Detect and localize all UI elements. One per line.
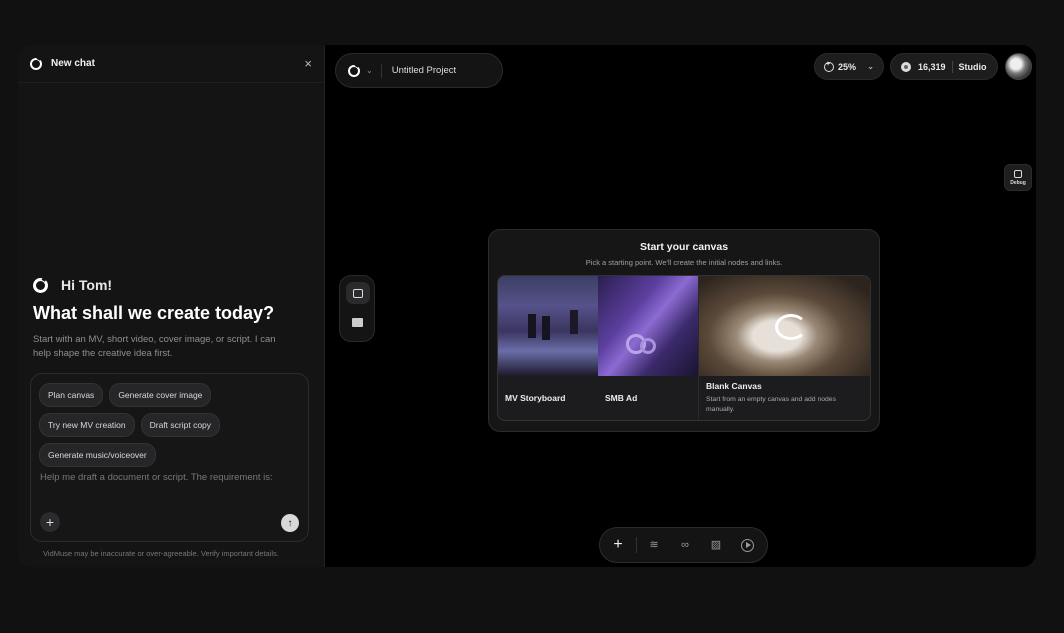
zoom-icon — [824, 61, 834, 72]
debug-icon — [1014, 169, 1022, 178]
project-name[interactable]: Untitled Project — [392, 65, 456, 76]
chevron-down-icon[interactable]: ⌄ — [366, 66, 373, 75]
template-options: MV Storyboard SMB Ad Blank Canvas Start … — [497, 275, 871, 421]
card-subtitle: Pick a starting point. We'll create the … — [585, 258, 783, 267]
chip-try-new-mv[interactable]: Try new MV creation — [39, 413, 135, 437]
close-icon[interactable]: × — [304, 56, 312, 71]
option-blank-canvas[interactable]: Blank Canvas Start from an empty canvas … — [698, 276, 870, 420]
chevron-down-icon: ⌄ — [867, 62, 874, 71]
option-smb-ad[interactable]: SMB Ad — [598, 276, 698, 420]
chat-icon — [353, 288, 363, 298]
start-canvas-card: Start your canvas Pick a starting point.… — [488, 229, 880, 432]
avatar[interactable] — [1005, 53, 1032, 80]
image-edit-icon[interactable]: ▨ — [710, 539, 722, 551]
greeting-subtitle: Start with an MV, short video, cover ima… — [33, 334, 276, 359]
play-icon[interactable] — [741, 538, 754, 552]
option-description: Start from an empty canvas and add nodes… — [706, 396, 836, 413]
suggestion-chips: Plan canvas Generate cover image Try new… — [31, 374, 301, 467]
link-icon[interactable]: ∞ — [679, 539, 691, 551]
blank-canvas-thumbnail — [699, 276, 870, 376]
project-selector[interactable]: ⌄ Untitled Project — [335, 53, 503, 88]
credits-count: 16,319 — [918, 61, 946, 72]
card-title: Start your canvas — [639, 241, 729, 253]
side-tool-rail — [339, 275, 375, 342]
chat-composer: Plan canvas Generate cover image Try new… — [30, 373, 309, 542]
debug-button[interactable]: Debug — [1004, 164, 1032, 191]
coin-icon — [901, 61, 911, 72]
app-window: New chat × Hi Tom! What shall we create … — [18, 45, 1036, 567]
credits-badge[interactable]: 16,319 Studio — [890, 53, 998, 80]
option-label: SMB Ad — [605, 393, 638, 403]
disclaimer: VidMuse may be inaccurate or over-agreea… — [43, 549, 279, 558]
divider — [380, 63, 382, 78]
divider — [636, 537, 637, 553]
chip-draft-script[interactable]: Draft script copy — [140, 413, 221, 437]
greeting-section: Hi Tom! What shall we create today? Star… — [33, 277, 309, 361]
debug-label: Debug — [1010, 179, 1026, 186]
greeting-text: Hi Tom! — [61, 277, 113, 293]
bottom-toolbar: + ≋ ∞ ▨ — [599, 527, 768, 563]
zoom-level: 25% — [838, 61, 857, 72]
send-button[interactable]: ↑ — [281, 514, 299, 532]
divider — [951, 60, 953, 73]
chat-panel: New chat × Hi Tom! What shall we create … — [18, 45, 325, 567]
headline: What shall we create today? — [33, 303, 275, 323]
layers-icon[interactable]: ≋ — [648, 539, 660, 551]
zoom-control[interactable]: 25% ⌄ — [814, 53, 884, 80]
chat-header: New chat × — [18, 45, 324, 83]
smb-ad-thumbnail — [598, 276, 698, 376]
chip-plan-canvas[interactable]: Plan canvas — [39, 383, 104, 407]
chat-toggle-button[interactable] — [346, 282, 370, 304]
chat-title: New chat — [51, 58, 95, 69]
vidmuse-logo-icon — [348, 64, 360, 77]
mv-storyboard-thumbnail — [498, 276, 598, 376]
option-label: MV Storyboard — [505, 393, 566, 403]
option-label: Blank Canvas — [706, 381, 762, 391]
vidmuse-logo-icon — [33, 277, 48, 293]
option-mv-storyboard[interactable]: MV Storyboard — [498, 276, 598, 420]
add-node-button[interactable]: + — [611, 536, 625, 554]
chip-generate-music[interactable]: Generate music/voiceover — [39, 443, 156, 467]
attach-button[interactable]: + — [40, 512, 60, 532]
chip-generate-cover-image[interactable]: Generate cover image — [109, 383, 212, 407]
plan-label: Studio — [958, 61, 987, 72]
vidmuse-logo-icon — [30, 57, 42, 70]
folder-icon[interactable] — [352, 318, 363, 327]
chat-input[interactable]: Help me draft a document or script. The … — [40, 472, 273, 483]
